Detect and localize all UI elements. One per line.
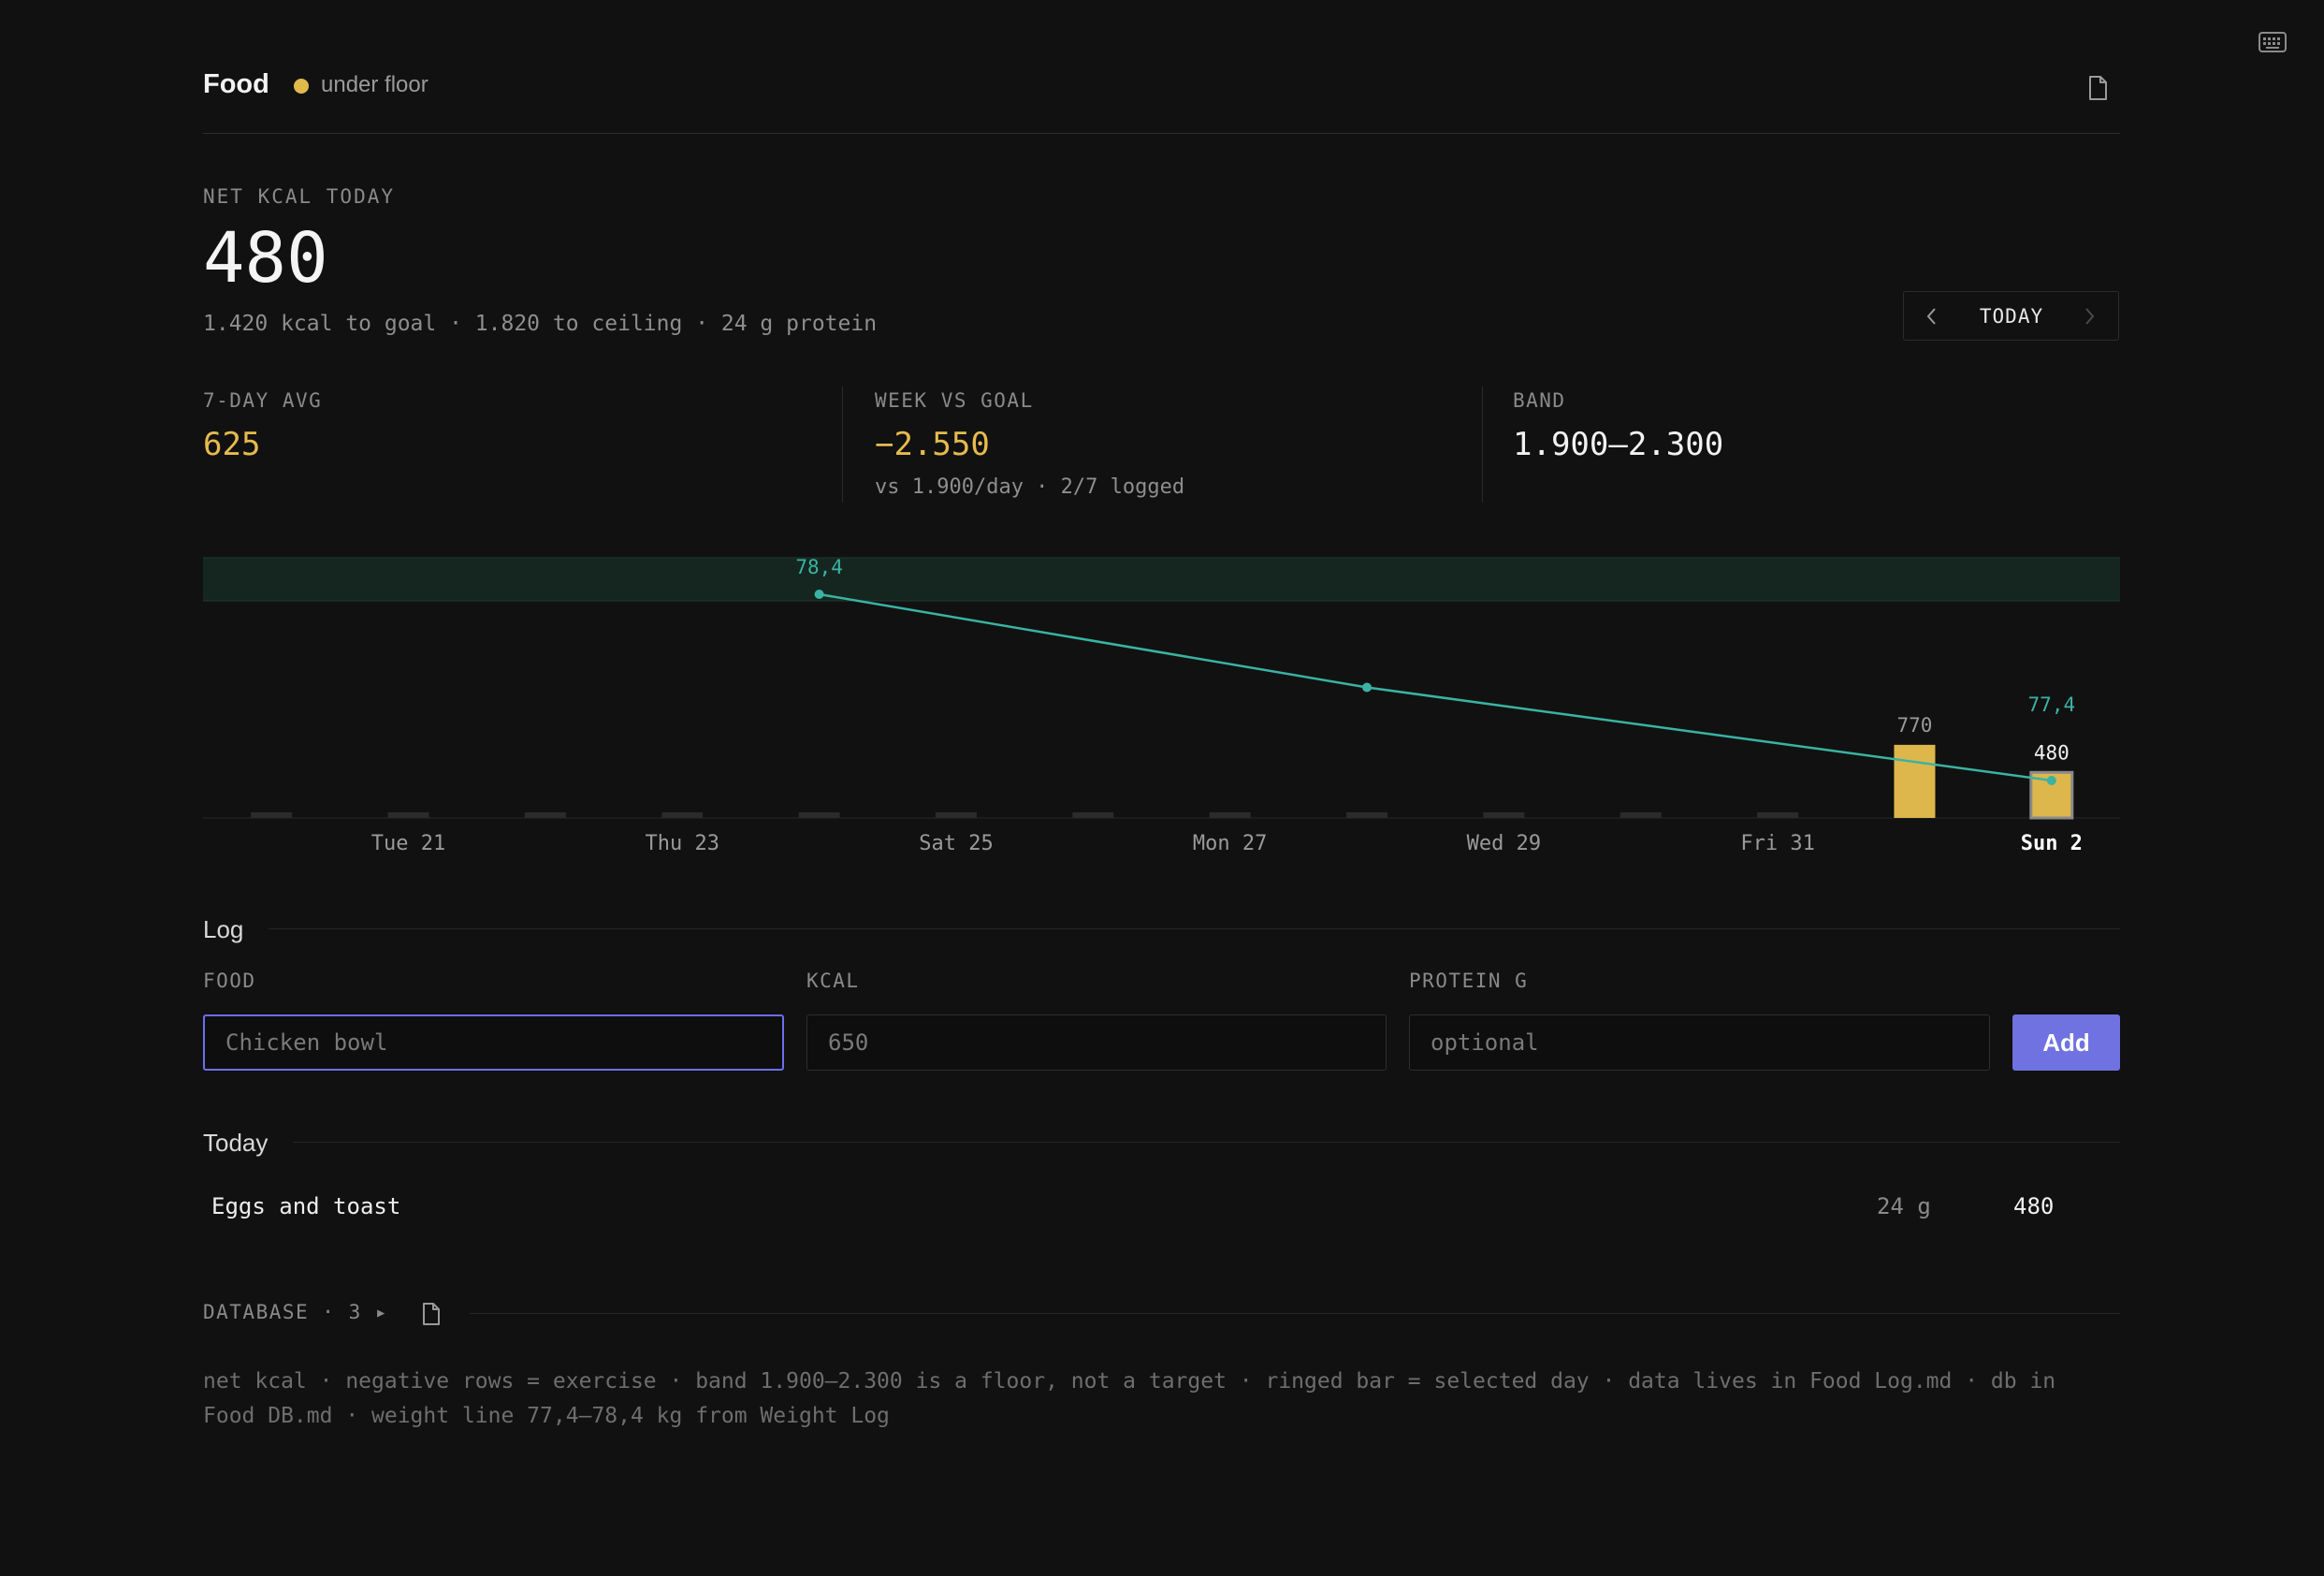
log-section-divider bbox=[269, 928, 2120, 929]
kcal-weight-chart: 770 480 Tue 21 Thu 23 Sat 25 Mon 27 Wed 29 Fri … bbox=[203, 556, 2120, 855]
document-icon[interactable] bbox=[421, 1302, 442, 1326]
x-tick-label: Fri 31 bbox=[1740, 832, 1814, 855]
add-button[interactable]: Add bbox=[2012, 1014, 2120, 1071]
x-tick-label: Thu 23 bbox=[646, 832, 719, 855]
today-section-title: Today bbox=[203, 1129, 269, 1157]
food-field-label: FOOD bbox=[203, 970, 256, 992]
bar-empty bbox=[1072, 812, 1114, 818]
bar-empty bbox=[251, 812, 293, 818]
bar bbox=[1894, 744, 1936, 818]
bar-empty bbox=[1209, 812, 1251, 818]
protein-input[interactable] bbox=[1409, 1014, 1990, 1071]
footnote: net kcal · negative rows = exercise · ba… bbox=[203, 1369, 2056, 1428]
protein-field-label: PROTEIN G bbox=[1409, 970, 1529, 992]
bar-empty bbox=[1346, 812, 1388, 818]
weight-label: 78,4 bbox=[795, 556, 843, 578]
bar-label: 480 bbox=[2034, 741, 2070, 764]
weight-point bbox=[2046, 776, 2056, 785]
bar-empty bbox=[798, 812, 840, 818]
food-input[interactable] bbox=[203, 1014, 784, 1071]
x-tick-label: Sun 2 bbox=[2021, 832, 2083, 855]
x-tick-label: Wed 29 bbox=[1467, 832, 1541, 855]
weight-line bbox=[819, 592, 2052, 782]
database-divider bbox=[470, 1313, 2120, 1314]
bar-empty bbox=[1757, 812, 1799, 818]
log-section-title: Log bbox=[203, 915, 244, 943]
bar-empty bbox=[935, 812, 977, 818]
entry-name: Eggs and toast bbox=[211, 1193, 401, 1219]
x-tick-label: Mon 27 bbox=[1193, 832, 1267, 855]
weight-point bbox=[1362, 682, 1373, 693]
bar-empty bbox=[387, 812, 429, 818]
weight-point bbox=[814, 590, 824, 599]
entry-kcal: 480 bbox=[2013, 1193, 2055, 1219]
kcal-field-label: KCAL bbox=[806, 970, 860, 992]
bar-empty bbox=[524, 812, 566, 818]
weight-label: 77,4 bbox=[2028, 693, 2076, 716]
bar-empty bbox=[1620, 812, 1662, 818]
goal-band bbox=[203, 558, 2120, 601]
bar-empty bbox=[661, 812, 704, 818]
kcal-input[interactable] bbox=[806, 1014, 1387, 1071]
today-section-divider bbox=[293, 1142, 2120, 1143]
entry-protein: 24 g bbox=[1877, 1193, 1931, 1219]
x-tick-label: Tue 21 bbox=[371, 832, 445, 855]
bar-label: 770 bbox=[1896, 714, 1932, 737]
x-tick-label: Sat 25 bbox=[919, 832, 993, 855]
bar-empty bbox=[1483, 812, 1525, 818]
database-toggle[interactable]: DATABASE · 3 ▸ bbox=[203, 1301, 388, 1323]
